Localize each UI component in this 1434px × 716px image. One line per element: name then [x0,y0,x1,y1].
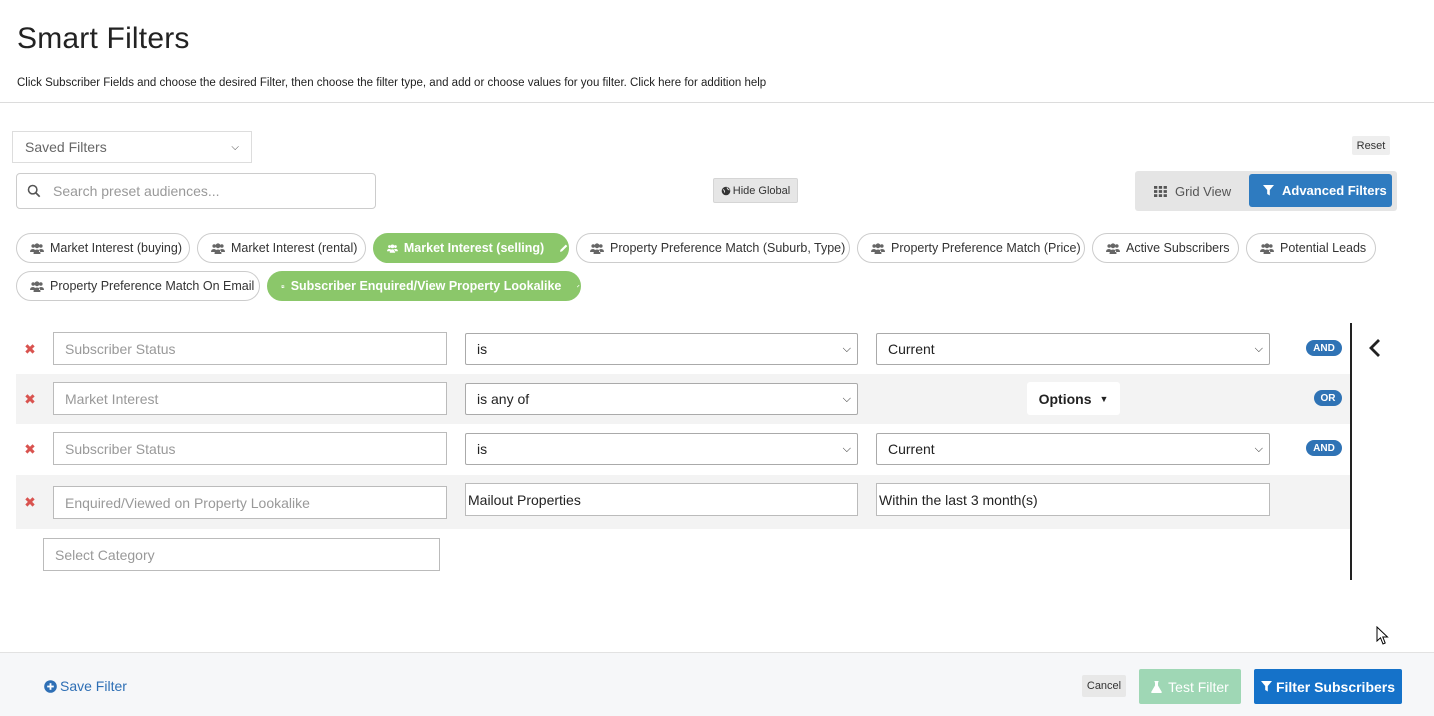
users-icon [30,242,44,254]
chevron-down-icon: ⌵ [231,141,239,153]
preset-chip-market-interest-buying[interactable]: Market Interest (buying) [16,233,190,263]
delete-rule-icon[interactable]: ✖ [24,442,36,456]
grid-view-label: Grid View [1175,183,1232,199]
mouse-cursor-icon [1376,626,1389,645]
rule-value-select[interactable]: Current ⌵ [876,433,1270,465]
preset-chip-label: Property Preference Match (Price) [891,241,1081,255]
preset-chip-label: Subscriber Enquired/View Property Lookal… [290,279,562,293]
preset-chip-property-preference-suburb-type[interactable]: Property Preference Match (Suburb, Type) [576,233,850,263]
rule-value: Current [888,441,935,457]
saved-filters-select[interactable]: Saved Filters ⌵ [12,131,252,163]
users-icon [281,284,285,288]
rule-field-input[interactable]: Subscriber Status [53,332,447,365]
preset-chip-label: Active Subscribers [1126,241,1230,255]
cancel-button[interactable]: Cancel [1082,675,1126,697]
users-icon [211,242,225,254]
page-title: Smart Filters [17,22,190,55]
users-icon [1260,242,1274,254]
save-filter-label: Save Filter [60,678,127,694]
preset-chip-property-preference-price[interactable]: Property Preference Match (Price) [857,233,1085,263]
test-filter-label: Test Filter [1168,678,1229,695]
search-icon [27,184,41,198]
chevron-left-icon[interactable] [1367,338,1383,358]
rules-divider [1350,323,1352,580]
users-icon [871,242,885,254]
preset-chip-label: Market Interest (rental) [231,241,358,255]
users-icon [1106,242,1120,254]
save-filter-link[interactable]: Save Filter [44,678,127,694]
rule-operator-value: is any of [477,391,530,407]
preset-chip-market-interest-selling[interactable]: Market Interest (selling) [373,233,569,263]
rule-operator-value: is [477,441,488,457]
delete-rule-icon[interactable]: ✖ [24,495,36,509]
logic-or-badge[interactable]: OR [1314,390,1342,406]
preset-chip-property-preference-on-email[interactable]: Property Preference Match On Email [16,271,260,301]
search-placeholder: Search preset audiences... [53,183,220,199]
rule-source-input[interactable]: Mailout Properties [465,483,858,516]
rule-field-input[interactable]: Enquired/Viewed on Property Lookalike [53,486,447,519]
pencil-icon[interactable] [560,243,568,253]
globe-icon [721,186,731,195]
page-subtitle: Click Subscriber Fields and choose the d… [17,77,767,89]
users-icon [30,280,44,292]
rule-operator-select[interactable]: is ⌵ [465,433,858,465]
pencil-icon[interactable] [577,281,580,291]
test-filter-button[interactable]: Test Filter [1139,669,1241,704]
filter-subscribers-button[interactable]: Filter Subscribers [1254,669,1402,704]
hide-global-button[interactable]: Hide Global [713,178,798,203]
flask-icon [1151,680,1162,693]
advanced-filters-label: Advanced Filters [1282,183,1387,198]
rule-value: Current [888,341,935,357]
rule-field-input[interactable]: Market Interest [53,382,447,415]
delete-rule-icon[interactable]: ✖ [24,342,36,356]
users-icon [387,244,398,253]
options-label: Options [1038,390,1092,407]
chevron-down-icon: ⌵ [1254,442,1263,455]
chevron-down-icon: ⌵ [842,342,851,355]
grid-icon [1154,185,1167,197]
filter-icon [1260,681,1272,692]
preset-chip-market-interest-rental[interactable]: Market Interest (rental) [197,233,366,263]
rule-value-select[interactable]: Current ⌵ [876,333,1270,365]
preset-chip-label: Potential Leads [1280,241,1367,255]
chevron-down-icon: ⌵ [842,442,851,455]
preset-chip-potential-leads[interactable]: Potential Leads [1246,233,1376,263]
chevron-down-icon: ⌵ [842,392,851,405]
logic-and-badge[interactable]: AND [1306,440,1342,456]
select-category-input[interactable]: Select Category [43,538,440,571]
options-dropdown-button[interactable]: Options ▼ [1027,382,1120,415]
preset-chip-label: Market Interest (selling) [403,241,545,255]
rule-operator-select[interactable]: is any of ⌵ [465,383,858,415]
preset-chip-label: Property Preference Match On Email [50,279,255,293]
rule-timeframe-input[interactable]: Within the last 3 month(s) [876,483,1270,516]
chevron-down-icon: ⌵ [1254,342,1263,355]
grid-view-button[interactable]: Grid View [1144,175,1244,207]
rule-field-input[interactable]: Subscriber Status [53,432,447,465]
rule-operator-select[interactable]: is ⌵ [465,333,858,365]
header-divider [0,102,1434,103]
hide-global-label: Hide Global [732,184,791,197]
search-preset-input[interactable]: Search preset audiences... [16,173,376,209]
filter-icon [1263,185,1274,196]
caret-down-icon: ▼ [1099,393,1109,404]
preset-chip-label: Property Preference Match (Suburb, Type) [610,241,846,255]
preset-chip-label: Market Interest (buying) [50,241,182,255]
filter-subscribers-label: Filter Subscribers [1275,678,1396,695]
reset-button[interactable]: Reset [1352,136,1390,155]
preset-chip-subscriber-enquired-lookalike[interactable]: Subscriber Enquired/View Property Lookal… [267,271,581,301]
plus-circle-icon [44,679,57,693]
preset-chip-active-subscribers[interactable]: Active Subscribers [1092,233,1239,263]
rule-operator-value: is [477,341,488,357]
advanced-filters-button[interactable]: Advanced Filters [1249,174,1392,207]
delete-rule-icon[interactable]: ✖ [24,392,36,406]
users-icon [590,242,604,254]
saved-filters-label: Saved Filters [25,139,107,155]
logic-and-badge[interactable]: AND [1306,340,1342,356]
